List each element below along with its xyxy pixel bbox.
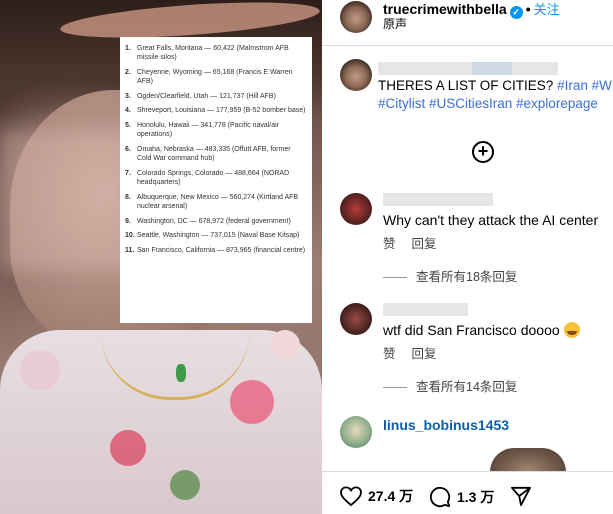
commenter-username-redacted <box>383 303 468 316</box>
city-list-number: 5. <box>125 121 131 129</box>
view-replies-label: 查看所有18条回复 <box>416 270 518 284</box>
separator-dot: • <box>525 1 531 17</box>
city-list-item: 2. Cheyenne, Wyoming — 65,168 (Francis E … <box>125 68 306 87</box>
city-list-text: Washington, DC — 678,972 (federal govern… <box>137 217 291 225</box>
city-list-number: 7. <box>125 169 131 177</box>
city-list-number: 9. <box>125 217 131 225</box>
view-replies-label: 查看所有14条回复 <box>416 380 518 394</box>
commenter-avatar[interactable] <box>340 193 372 225</box>
replies-divider <box>383 277 407 279</box>
city-list-item: 7. Colorado Springs, Colorado — 488,664 (… <box>125 169 306 188</box>
video-pendant <box>176 364 186 382</box>
city-list-text: Seattle, Washington — 737,015 (Naval Bas… <box>137 232 300 240</box>
view-replies-button[interactable]: 查看所有14条回复 <box>383 380 517 395</box>
city-list-number: 6. <box>125 145 131 153</box>
post-header: truecrimewithbella ✓ • 关注 原声 <box>322 0 613 46</box>
like-button[interactable]: 27.4 万 <box>340 486 413 506</box>
video-flower <box>230 380 274 424</box>
city-list-text: Honolulu, Hawaii — 341,778 (Pacific nava… <box>137 121 280 139</box>
comment-button[interactable]: 1.3 万 <box>429 486 494 508</box>
crying-laughing-emoji-icon <box>563 322 580 338</box>
caption-hashtags[interactable]: #Citylist #USCitiesIran #explorepage <box>378 96 598 111</box>
comment-text: Why can't they attack the AI center <box>383 212 599 228</box>
city-list-item: 6. Omaha, Nebraska — 483,335 (Offutt AFB,… <box>125 145 306 164</box>
city-list-text: Cheyenne, Wyoming — 65,168 (Francis E Wa… <box>137 68 293 86</box>
action-bar: 27.4 万 1.3 万 <box>322 471 613 514</box>
caption-author-avatar[interactable] <box>340 59 372 91</box>
city-list-text: Albuquerque, New Mexico — 560,274 (Kirtl… <box>137 193 299 210</box>
post-caption: THERES A LIST OF CITIES? #Iran #W #Cityl… <box>322 59 613 119</box>
like-comment-button[interactable]: 赞 <box>383 237 396 251</box>
city-list-number: 10. <box>125 232 135 240</box>
reply-comment-button[interactable]: 回复 <box>412 347 437 361</box>
view-replies-button[interactable]: 查看所有18条回复 <box>383 270 517 285</box>
city-list-text: Shreveport, Louisiana — 177,959 (B-52 bo… <box>137 107 306 115</box>
video-flower <box>20 350 60 390</box>
caption-text: THERES A LIST OF CITIES? <box>378 78 558 93</box>
verified-badge-icon: ✓ <box>509 6 523 19</box>
author-username[interactable]: truecrimewithbella <box>383 1 507 17</box>
commenter-username-redacted <box>383 193 493 206</box>
city-list-number: 3. <box>125 92 131 100</box>
caption-username-redacted <box>378 62 558 75</box>
city-list-number: 1. <box>125 45 131 52</box>
city-list-item: 9. Washington, DC — 678,972 (federal gove… <box>125 217 306 226</box>
add-circle-icon[interactable]: + <box>472 141 494 163</box>
paper-plane-icon <box>510 486 531 506</box>
city-list-text: Ogden/Clearfield, Utah — 121,737 (Hill A… <box>137 92 276 100</box>
reel-video[interactable]: 1. Great Falls, Montana — 60,422 (Malmstr… <box>0 0 322 514</box>
commenter-avatar[interactable] <box>340 303 372 335</box>
replies-divider <box>383 387 407 389</box>
video-flower <box>110 430 146 466</box>
city-list-text: Colorado Springs, Colorado — 488,664 (NO… <box>137 169 290 187</box>
comment-text: wtf did San Francisco doooo <box>383 322 560 338</box>
commenter-avatar[interactable] <box>340 416 372 448</box>
city-list-item: 10. Seattle, Washington — 737,015 (Naval … <box>125 231 306 240</box>
city-list-number: 8. <box>125 193 131 201</box>
city-list-number: 4. <box>125 107 131 115</box>
city-list-item: 5. Honolulu, Hawaii — 341,778 (Pacific na… <box>125 121 306 140</box>
share-button[interactable] <box>510 486 538 506</box>
city-list-item: 8. Albuquerque, New Mexico — 560,274 (Kir… <box>125 193 306 212</box>
video-leaf <box>170 470 200 500</box>
comment-bubble-icon <box>429 486 451 508</box>
city-list-text: Omaha, Nebraska — 483,335 (Offutt AFB, f… <box>137 145 291 163</box>
city-list-number: 11. <box>125 246 135 254</box>
author-avatar[interactable] <box>340 1 372 33</box>
city-list-item: 3. Ogden/Clearfield, Utah — 121,737 (Hill… <box>125 92 306 101</box>
reply-comment-button[interactable]: 回复 <box>412 237 437 251</box>
video-light-flare <box>0 130 130 270</box>
next-comment-avatar-peek <box>490 448 566 472</box>
like-comment-button[interactable]: 赞 <box>383 347 396 361</box>
post-side-panel: truecrimewithbella ✓ • 关注 原声 THERES A LIST … <box>322 0 613 514</box>
video-flower <box>270 330 300 360</box>
city-list-text: Great Falls, Montana — 60,422 (Malmstrom… <box>137 45 289 62</box>
caption-hashtags[interactable]: #Iran #W <box>557 78 612 93</box>
city-list-number: 2. <box>125 68 131 76</box>
caption-username-redacted-segment <box>472 62 512 75</box>
city-list-item: 4. Shreveport, Louisiana — 177,959 (B-52 … <box>125 106 306 115</box>
heart-icon <box>340 486 362 506</box>
city-list-overlay: 1. Great Falls, Montana — 60,422 (Malmstr… <box>120 37 312 323</box>
commenter-username[interactable]: linus_bobinus1453 <box>383 416 509 434</box>
audio-label[interactable]: 原声 <box>383 17 407 32</box>
comment-count: 1.3 万 <box>457 489 495 505</box>
city-list-text: San Francisco, California — 873,965 (fin… <box>137 246 306 254</box>
city-list-item: 1. Great Falls, Montana — 60,422 (Malmstr… <box>125 44 306 63</box>
like-count: 27.4 万 <box>368 488 414 504</box>
city-list-item: 11. San Francisco, California — 873,965 (… <box>125 246 306 255</box>
follow-button[interactable]: 关注 <box>534 2 560 17</box>
